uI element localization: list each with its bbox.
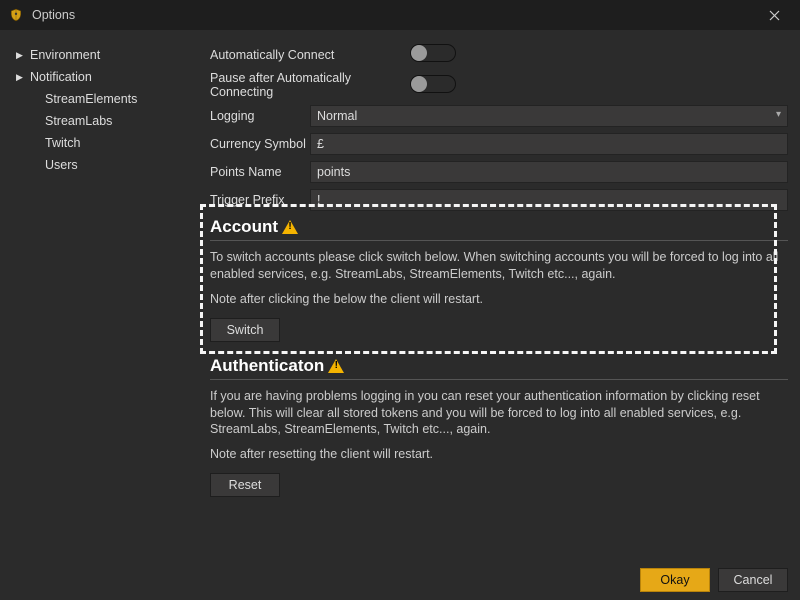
sidebar: ▶ Environment ▶ Notification ▶ StreamEle… [0, 30, 200, 560]
input-points[interactable] [310, 161, 788, 183]
account-body-2: Note after clicking the below the client… [210, 291, 788, 308]
label-points: Points Name [210, 165, 310, 179]
label-pause: Pause after Automatically Connecting [210, 71, 410, 99]
sidebar-item-label: StreamElements [45, 90, 137, 108]
sidebar-item-label: Notification [30, 68, 92, 86]
row-logging: Logging Normal ▾ [210, 105, 788, 127]
select-logging[interactable]: Normal ▾ [310, 105, 788, 127]
chevron-right-icon: ▶ [16, 46, 26, 64]
app-icon [8, 7, 24, 23]
auth-body-1: If you are having problems logging in yo… [210, 388, 788, 439]
input-trigger[interactable] [310, 189, 788, 211]
input-trigger-field[interactable] [317, 193, 781, 207]
main-body: ▶ Environment ▶ Notification ▶ StreamEle… [0, 30, 800, 560]
sidebar-item-twitch[interactable]: ▶ Twitch [6, 132, 194, 154]
account-body: To switch accounts please click switch b… [210, 249, 788, 308]
sidebar-item-users[interactable]: ▶ Users [6, 154, 194, 176]
label-auto-connect: Automatically Connect [210, 48, 410, 62]
auth-body: If you are having problems logging in yo… [210, 388, 788, 464]
account-body-1: To switch accounts please click switch b… [210, 249, 788, 283]
section-title-auth: Authenticaton [210, 356, 788, 376]
cancel-button-label: Cancel [734, 573, 773, 587]
sidebar-item-streamelements[interactable]: ▶ StreamElements [6, 88, 194, 110]
close-button[interactable] [754, 0, 794, 30]
auth-body-2: Note after resetting the client will res… [210, 446, 788, 463]
cancel-button[interactable]: Cancel [718, 568, 788, 592]
row-auto-connect: Automatically Connect [210, 44, 788, 65]
warning-icon [328, 359, 344, 373]
chevron-right-icon: ▶ [16, 68, 26, 86]
ok-button-label: Okay [660, 573, 689, 587]
sidebar-item-environment[interactable]: ▶ Environment [6, 44, 194, 66]
section-rule [210, 240, 788, 241]
toggle-auto-connect[interactable] [410, 44, 456, 62]
sidebar-item-label: Environment [30, 46, 100, 64]
sidebar-item-notification[interactable]: ▶ Notification [6, 66, 194, 88]
reset-button-label: Reset [229, 478, 262, 492]
row-points: Points Name [210, 161, 788, 183]
switch-button-label: Switch [227, 323, 264, 337]
account-title-text: Account [210, 217, 278, 237]
row-pause: Pause after Automatically Connecting [210, 71, 788, 99]
reset-button[interactable]: Reset [210, 473, 280, 497]
window-title: Options [32, 8, 754, 22]
input-currency-field[interactable] [317, 137, 781, 151]
input-points-field[interactable] [317, 165, 781, 179]
titlebar: Options [0, 0, 800, 30]
sidebar-item-streamlabs[interactable]: ▶ StreamLabs [6, 110, 194, 132]
toggle-pause[interactable] [410, 75, 456, 93]
section-rule [210, 379, 788, 380]
row-trigger: Trigger Prefix [210, 189, 788, 211]
label-trigger: Trigger Prefix [210, 193, 310, 207]
row-currency: Currency Symbol [210, 133, 788, 155]
switch-button[interactable]: Switch [210, 318, 280, 342]
label-logging: Logging [210, 109, 310, 123]
warning-icon [282, 220, 298, 234]
auth-title-text: Authenticaton [210, 356, 324, 376]
label-currency: Currency Symbol [210, 137, 310, 151]
select-logging-value: Normal [317, 109, 357, 123]
content-pane: Automatically Connect Pause after Automa… [200, 30, 800, 560]
sidebar-item-label: Users [45, 156, 78, 174]
sidebar-item-label: StreamLabs [45, 112, 112, 130]
ok-button[interactable]: Okay [640, 568, 710, 592]
section-title-account: Account [210, 217, 788, 237]
sidebar-item-label: Twitch [45, 134, 80, 152]
input-currency[interactable] [310, 133, 788, 155]
chevron-down-icon: ▾ [776, 109, 781, 120]
footer: Okay Cancel [0, 560, 800, 600]
